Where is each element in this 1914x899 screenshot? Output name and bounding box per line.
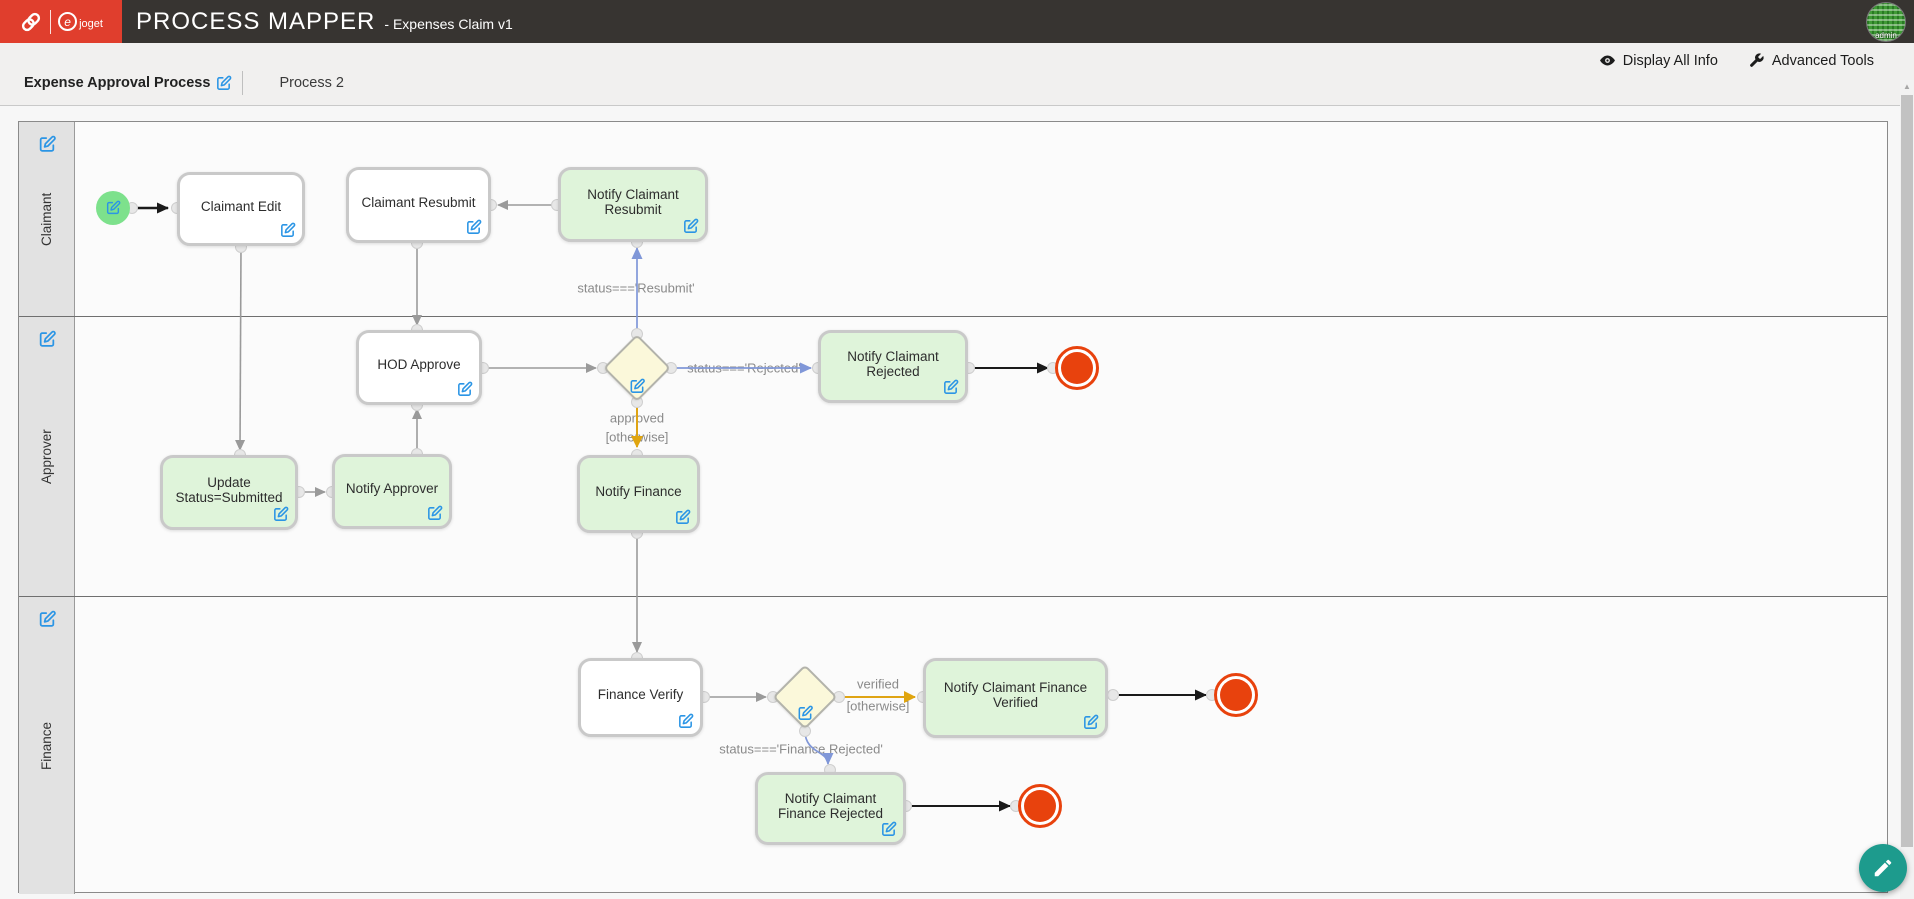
end-node-core: [1024, 790, 1056, 822]
scroll-up-arrow[interactable]: ▲: [1900, 82, 1914, 91]
task-finance-verify[interactable]: Finance Verify: [578, 658, 703, 737]
task-notify-claimant-finance-verified[interactable]: Notify Claimant Finance Verified: [923, 658, 1108, 738]
end-node-finance-rejected[interactable]: [1018, 784, 1062, 828]
end-node-rejected[interactable]: [1055, 346, 1099, 390]
task-notify-claimant-finance-rejected[interactable]: Notify Claimant Finance Rejected: [755, 772, 906, 845]
edit-icon[interactable]: [629, 378, 646, 395]
avatar[interactable]: admin: [1866, 2, 1906, 42]
joget-logo-mark: e: [58, 12, 77, 31]
wrench-icon: [1748, 52, 1765, 69]
task-label: Notify Claimant Finance Rejected: [768, 791, 893, 821]
edge-label-otherwise-verified: [otherwise]: [847, 699, 910, 714]
joget-logo-text: joget: [79, 19, 103, 31]
process-tabbar: Expense Approval Process Process 2: [24, 71, 344, 95]
task-label: Notify Claimant Finance Verified: [936, 680, 1095, 710]
gateway-finance-decision[interactable]: [773, 665, 837, 729]
tab-process-2[interactable]: Process 2: [279, 75, 343, 91]
task-label: Notify Finance: [595, 484, 681, 499]
advanced-tools-button[interactable]: Advanced Tools: [1748, 52, 1874, 69]
edit-icon[interactable]: [1082, 714, 1099, 731]
task-claimant-edit[interactable]: Claimant Edit: [177, 172, 305, 246]
edge-label-rejected: status==='Rejected': [687, 361, 801, 376]
edit-mode-fab[interactable]: [1859, 844, 1907, 892]
edit-icon[interactable]: [272, 506, 289, 523]
start-node[interactable]: [96, 191, 130, 225]
scrollbar-thumb[interactable]: [1901, 95, 1913, 847]
tab-label: Process 2: [279, 75, 343, 91]
task-notify-claimant-rejected[interactable]: Notify Claimant Rejected: [818, 330, 968, 403]
edit-icon[interactable]: [426, 505, 443, 522]
edit-icon[interactable]: [677, 713, 694, 730]
app-header: e joget PROCESS MAPPER - Expenses Claim …: [0, 0, 1914, 43]
task-label: Finance Verify: [598, 687, 684, 702]
avatar-label: admin: [1875, 31, 1897, 41]
edit-icon[interactable]: [456, 381, 473, 398]
edit-icon[interactable]: [105, 200, 121, 216]
task-label: Claimant Resubmit: [361, 195, 475, 210]
task-label: Notify Approver: [346, 481, 438, 496]
edit-icon[interactable]: [942, 379, 959, 396]
task-label: Claimant Edit: [201, 199, 281, 214]
lane-label: Finance: [19, 597, 74, 894]
task-notify-approver[interactable]: Notify Approver: [332, 454, 452, 529]
lane-header-finance[interactable]: Finance: [19, 597, 75, 894]
tab-separator: [242, 71, 243, 95]
task-label: Notify Claimant Rejected: [831, 349, 955, 379]
task-update-status-submitted[interactable]: Update Status=Submitted: [160, 455, 298, 530]
edit-icon[interactable]: [215, 75, 232, 92]
task-claimant-resubmit[interactable]: Claimant Resubmit: [346, 167, 491, 243]
task-notify-finance[interactable]: Notify Finance: [577, 455, 700, 533]
edge-label-approved: approved: [610, 411, 664, 426]
task-hod-approve[interactable]: HOD Approve: [356, 330, 482, 405]
title-wrap: PROCESS MAPPER - Expenses Claim v1: [136, 8, 513, 36]
edit-icon[interactable]: [279, 222, 296, 239]
process-canvas: Claimant Approver Finance status==='Resu…: [0, 106, 1914, 899]
task-notify-claimant-resubmit[interactable]: Notify Claimant Resubmit: [558, 167, 708, 242]
task-label: Update Status=Submitted: [173, 475, 285, 505]
edit-icon[interactable]: [880, 821, 897, 838]
lane-header-approver[interactable]: Approver: [19, 317, 75, 596]
brand-block[interactable]: e joget: [0, 0, 122, 43]
toolbar: Display All Info Advanced Tools: [1599, 52, 1874, 69]
edit-icon[interactable]: [797, 705, 814, 722]
display-all-info-button[interactable]: Display All Info: [1599, 52, 1718, 69]
tab-label: Expense Approval Process: [24, 75, 210, 91]
end-node-core: [1220, 679, 1252, 711]
edit-icon[interactable]: [682, 218, 699, 235]
brand-separator: [50, 10, 51, 34]
edge-label-resubmit: status==='Resubmit': [577, 281, 694, 296]
edit-icon[interactable]: [465, 219, 482, 236]
sub-header: Display All Info Advanced Tools Expense …: [0, 43, 1914, 106]
display-all-info-label: Display All Info: [1623, 53, 1718, 69]
pencil-icon: [1872, 857, 1894, 879]
page-subtitle: - Expenses Claim v1: [384, 16, 512, 32]
edit-icon[interactable]: [674, 509, 691, 526]
joget-logo: e joget: [58, 12, 103, 31]
task-label: HOD Approve: [377, 357, 460, 372]
lane-label: Claimant: [19, 122, 74, 316]
advanced-tools-label: Advanced Tools: [1772, 53, 1874, 69]
task-label: Notify Claimant Resubmit: [571, 187, 695, 217]
lane-finance: Finance: [19, 596, 1887, 894]
edge-label-verified: verified: [857, 677, 899, 692]
edge-label-otherwise-approved: [otherwise]: [606, 430, 669, 445]
eye-icon: [1599, 52, 1616, 69]
page-title: PROCESS MAPPER: [136, 8, 375, 36]
gateway-approval-decision[interactable]: [603, 334, 671, 402]
end-node-core: [1061, 352, 1093, 384]
lane-header-claimant[interactable]: Claimant: [19, 122, 75, 316]
chain-link-icon: [19, 10, 43, 34]
vertical-scrollbar[interactable]: ▲: [1900, 80, 1914, 899]
end-node-finance-verified[interactable]: [1214, 673, 1258, 717]
edge-label-finance-rejected: status==='Finance Rejected': [719, 742, 883, 757]
lane-label: Approver: [19, 317, 74, 596]
tab-expense-approval-process[interactable]: Expense Approval Process: [24, 75, 232, 92]
